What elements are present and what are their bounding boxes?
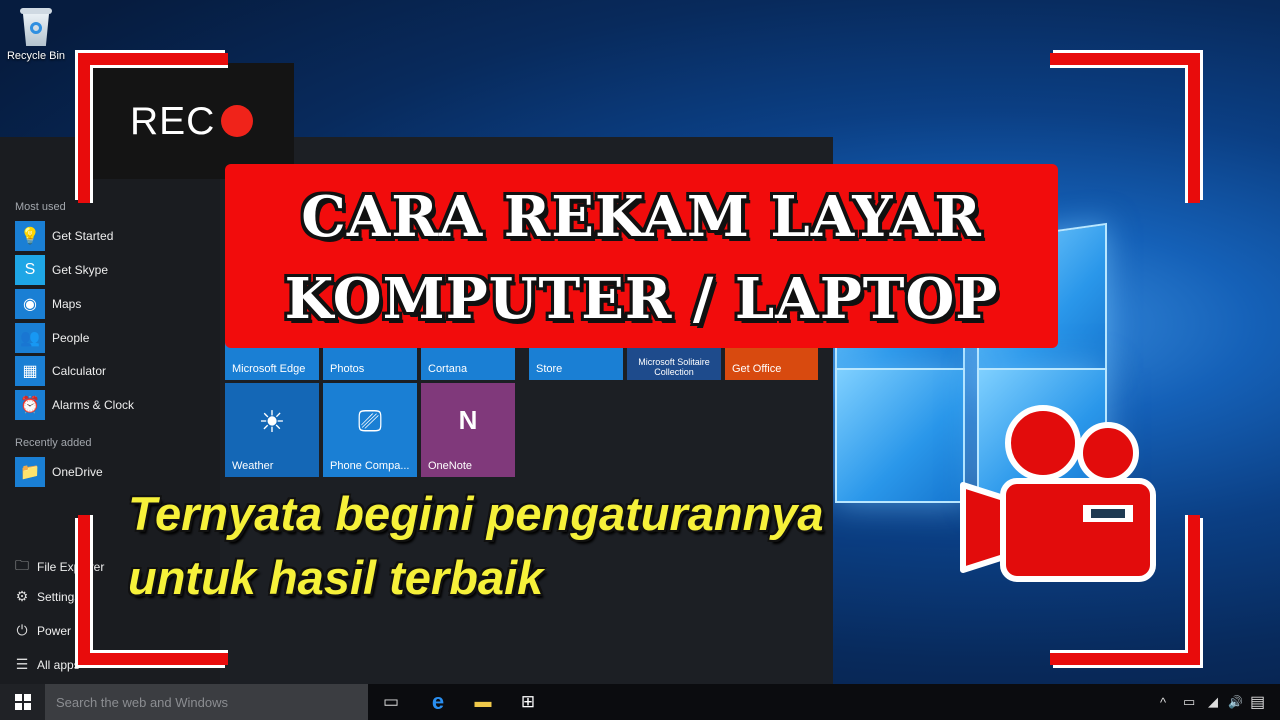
app-item-label: Calculator bbox=[52, 364, 107, 378]
video-camera-icon bbox=[960, 405, 1156, 582]
app-item-alarms-clock[interactable]: ⏰ Alarms & Clock bbox=[15, 390, 134, 420]
app-item-people[interactable]: 👥 People bbox=[15, 323, 89, 353]
start-button[interactable] bbox=[0, 684, 45, 720]
calculator-icon: ▦ bbox=[15, 356, 45, 386]
tile-weather[interactable]: ☀ Weather bbox=[225, 383, 319, 477]
tile-label: Get Office bbox=[732, 363, 782, 375]
subtitle-line-2: untuk hasil terbaik bbox=[128, 551, 544, 604]
tile-label: Microsoft Solitaire Collection bbox=[638, 357, 710, 377]
all-apps-label: All apps bbox=[37, 657, 80, 672]
taskbar-search-input[interactable] bbox=[45, 684, 368, 720]
volume-icon[interactable]: 🔊 bbox=[1228, 684, 1243, 720]
tile-label: Weather bbox=[232, 460, 274, 472]
onedrive-icon: 📁 bbox=[15, 457, 45, 487]
tile-label: OneNote bbox=[428, 460, 473, 472]
tile-label: Photos bbox=[330, 363, 365, 375]
battery-icon[interactable]: ▭ bbox=[1183, 684, 1195, 720]
show-hidden-icons-chevron-icon[interactable]: ^ bbox=[1160, 684, 1166, 720]
app-item-get-started[interactable]: 💡 Get Started bbox=[15, 221, 113, 251]
tile-label: Phone Compa... bbox=[330, 460, 410, 472]
lightbulb-icon: 💡 bbox=[15, 221, 45, 251]
store-taskbar-icon[interactable]: ⊞ bbox=[508, 684, 548, 720]
power-icon: ⏻ bbox=[16, 622, 28, 638]
tile-phone-companion[interactable]: ⎚ Phone Compa... bbox=[323, 383, 417, 477]
power-button[interactable]: ⏻ Power bbox=[13, 622, 71, 639]
settings-button[interactable]: ⚙ Settings bbox=[13, 588, 81, 605]
app-item-calculator[interactable]: ▦ Calculator bbox=[15, 356, 106, 386]
settings-gear-icon: ⚙ bbox=[15, 588, 29, 604]
title-line-1: CARA REKAM LAYAR bbox=[301, 184, 982, 250]
app-item-maps[interactable]: ◉ Maps bbox=[15, 289, 81, 319]
tile-label: Cortana bbox=[428, 363, 468, 375]
logo-pane bbox=[835, 368, 965, 503]
app-item-label: Get Started bbox=[52, 229, 114, 243]
maps-icon: ◉ bbox=[15, 289, 45, 319]
subtitle-line-1: Ternyata begini pengaturannya bbox=[128, 487, 824, 540]
windows-start-icon bbox=[14, 694, 31, 710]
app-item-label: People bbox=[52, 331, 90, 345]
power-label: Power bbox=[37, 623, 72, 638]
taskbar: ▭ e ▬ ⊞ ^ ▭ ◢ 🔊 ▤ bbox=[0, 684, 1280, 720]
file-explorer-taskbar-icon[interactable]: ▬ bbox=[463, 684, 503, 720]
app-item-label: Maps bbox=[52, 297, 82, 311]
all-apps-list-icon: ☰ bbox=[15, 656, 29, 672]
people-icon: 👥 bbox=[15, 323, 45, 353]
recycle-bin-label: Recycle Bin bbox=[6, 50, 66, 62]
wifi-icon[interactable]: ◢ bbox=[1208, 684, 1218, 720]
onenote-icon: N bbox=[458, 405, 478, 435]
all-apps-button[interactable]: ☰ All apps bbox=[13, 656, 80, 673]
weather-sun-icon: ☀ bbox=[258, 406, 286, 439]
settings-label: Settings bbox=[37, 589, 81, 604]
most-used-heading: Most used bbox=[15, 201, 66, 213]
edge-taskbar-icon[interactable]: e bbox=[418, 684, 458, 720]
recycle-bin-shortcut[interactable]: Recycle Bin bbox=[4, 8, 68, 62]
tile-label: Microsoft Edge bbox=[232, 363, 306, 375]
frame-corner-top-right bbox=[1050, 53, 1200, 203]
app-item-label: OneDrive bbox=[52, 465, 103, 479]
title-line-2: KOMPUTER / LAPTOP bbox=[284, 266, 999, 332]
notifications-icon[interactable]: ▤ bbox=[1250, 684, 1265, 720]
tile-label: Store bbox=[536, 363, 563, 375]
alarm-clock-icon: ⏰ bbox=[15, 390, 45, 420]
recycle-bin-icon bbox=[20, 8, 52, 46]
app-item-onedrive[interactable]: 📁 OneDrive bbox=[15, 457, 103, 487]
recently-added-heading: Recently added bbox=[15, 437, 92, 449]
app-item-label: Get Skype bbox=[52, 263, 109, 277]
tile-onenote[interactable]: N OneNote bbox=[421, 383, 515, 477]
skype-icon: S bbox=[15, 255, 45, 285]
app-item-get-skype[interactable]: S Get Skype bbox=[15, 255, 108, 285]
app-item-label: Alarms & Clock bbox=[52, 398, 135, 412]
phone-companion-icon: ⎚ bbox=[358, 405, 382, 438]
task-view-icon[interactable]: ▭ bbox=[371, 684, 411, 720]
file-explorer-icon: 🗀 bbox=[15, 557, 29, 573]
frame-corner-top-left bbox=[78, 53, 228, 203]
